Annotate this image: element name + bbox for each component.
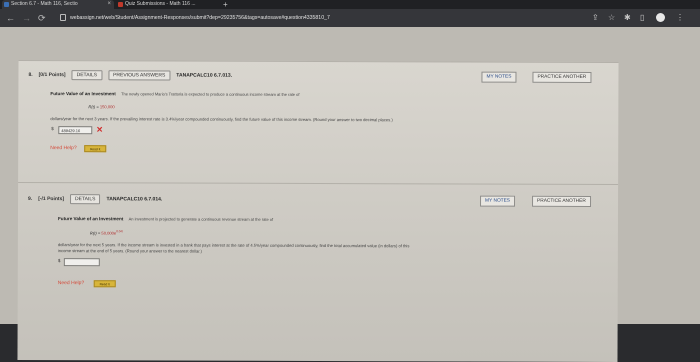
canvas-tab-icon bbox=[118, 2, 123, 7]
question-number: 9. bbox=[28, 195, 33, 203]
extension-icon[interactable]: ✱ bbox=[624, 12, 631, 24]
browser-toolbar: ← → ⟳ webassign.net/web/Student/Assignme… bbox=[0, 9, 700, 27]
points-badge: [-/1 Points] bbox=[38, 196, 65, 203]
question-title: Future Value of an Investment An investm… bbox=[57, 216, 274, 222]
answer-field[interactable] bbox=[63, 258, 100, 267]
rate-formula: R(t) = 150,000 bbox=[88, 104, 115, 110]
question-code: TANAPCALC10 6.7.014. bbox=[106, 196, 163, 203]
incorrect-x-icon: ✕ bbox=[96, 125, 104, 135]
details-button[interactable]: DETAILS bbox=[70, 194, 101, 205]
currency-symbol: $ bbox=[51, 126, 54, 132]
my-notes-button[interactable]: MY NOTES bbox=[480, 195, 516, 207]
practice-another-button[interactable]: PRACTICE ANOTHER bbox=[532, 195, 591, 207]
forward-arrow-icon[interactable]: → bbox=[22, 11, 31, 25]
divider bbox=[18, 181, 619, 186]
browser-tab-section[interactable]: Section 6.7 - Math 116, Sectio × bbox=[2, 0, 114, 9]
page-content: 8. [0/1 Points] DETAILS PREVIOUS ANSWERS… bbox=[0, 27, 700, 362]
question-code: TANAPCALC10 6.7.013. bbox=[176, 72, 233, 79]
tab-label: Quiz Submissions - Math 116 ... bbox=[125, 1, 196, 7]
new-tab-button[interactable]: + bbox=[223, 0, 228, 9]
question-title: Future Value of an Investment The newly … bbox=[50, 91, 300, 97]
sidebar-icon[interactable]: ▯ bbox=[640, 12, 644, 24]
my-notes-button[interactable]: MY NOTES bbox=[481, 71, 517, 83]
share-icon[interactable]: ⇪ bbox=[592, 12, 599, 24]
details-button[interactable]: DETAILS bbox=[71, 70, 103, 81]
browser-tab-quiz[interactable]: Quiz Submissions - Math 116 ... bbox=[116, 0, 220, 9]
read-it-button[interactable]: Read It bbox=[93, 280, 116, 288]
menu-dots-icon[interactable]: ⋮ bbox=[676, 12, 684, 24]
webassign-tab-icon bbox=[4, 2, 9, 7]
browser-tab-bar: Section 6.7 - Math 116, Sectio × Quiz Su… bbox=[0, 0, 700, 9]
need-help-label: Need Help? bbox=[50, 145, 77, 152]
assignment-sheet: 8. [0/1 Points] DETAILS PREVIOUS ANSWERS… bbox=[17, 59, 619, 362]
lock-icon bbox=[60, 14, 66, 21]
back-arrow-icon[interactable]: ← bbox=[6, 11, 15, 25]
bookmark-star-icon[interactable]: ☆ bbox=[608, 12, 615, 24]
answer-field[interactable]: 489429.16 bbox=[58, 126, 93, 135]
reload-icon[interactable]: ⟳ bbox=[38, 11, 46, 25]
practice-another-button[interactable]: PRACTICE ANOTHER bbox=[532, 71, 592, 83]
question-9-header: 9. [-/1 Points] DETAILS TANAPCALC10 6.7.… bbox=[28, 194, 163, 205]
question-body: dollars/year for the next 3 years. If th… bbox=[50, 116, 393, 123]
address-bar[interactable]: webassign.net/web/Student/Assignment-Res… bbox=[70, 12, 330, 24]
divider bbox=[18, 59, 619, 64]
need-help-label: Need Help? bbox=[57, 280, 85, 287]
rate-formula: R(t) = 50,000e0.04t bbox=[89, 229, 123, 236]
read-it-button[interactable]: Read It bbox=[84, 145, 107, 153]
question-number: 8. bbox=[28, 71, 33, 79]
currency-symbol: $ bbox=[57, 258, 61, 264]
tab-close-icon[interactable]: × bbox=[107, 0, 111, 9]
question-8-header: 8. [0/1 Points] DETAILS PREVIOUS ANSWERS… bbox=[28, 70, 232, 81]
tab-label: Section 6.7 - Math 116, Sectio bbox=[11, 1, 78, 7]
previous-answers-button[interactable]: PREVIOUS ANSWERS bbox=[108, 70, 171, 81]
question-body-line-2: income stream at the end of 5 years. (Ro… bbox=[57, 248, 202, 254]
points-badge: [0/1 Points] bbox=[38, 72, 66, 79]
profile-avatar[interactable] bbox=[656, 13, 665, 22]
